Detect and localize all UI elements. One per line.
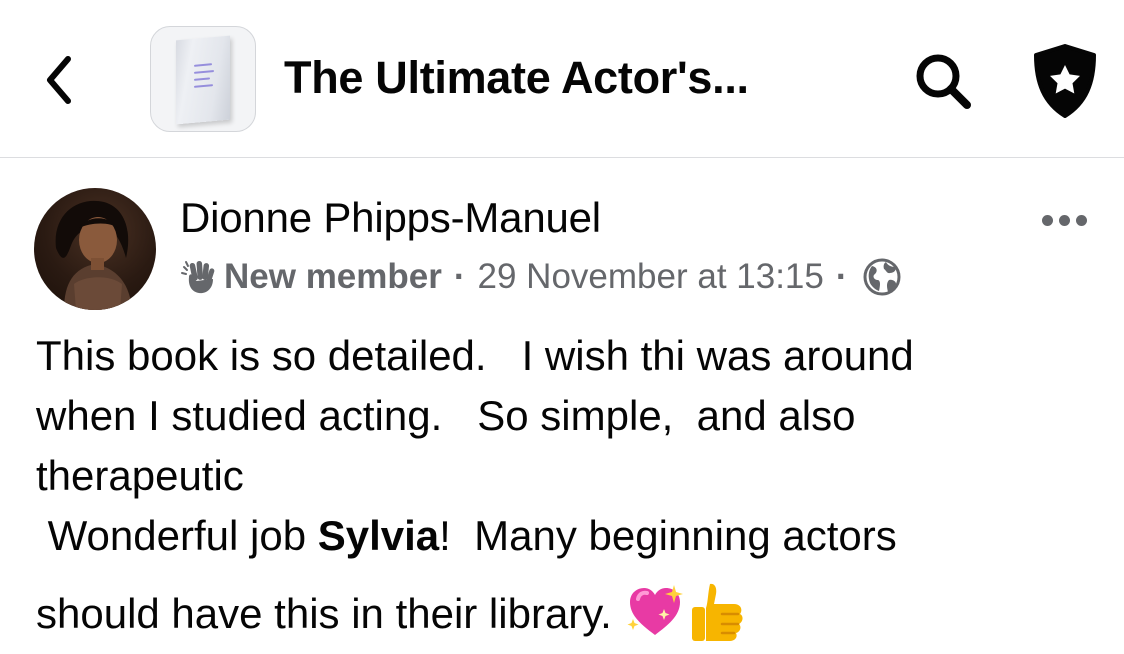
post-timestamp[interactable]: 29 November at 13:15: [478, 257, 824, 297]
avatar-photo: [55, 200, 132, 310]
dot-1: [1041, 214, 1053, 226]
dot-3: [1075, 214, 1087, 226]
group-thumbnail[interactable]: [150, 26, 256, 132]
waving-hand-icon: [180, 259, 220, 295]
dot-2: [1058, 214, 1070, 226]
search-icon: [916, 54, 971, 109]
globe-icon: [862, 257, 902, 297]
member-badge[interactable]: New member: [224, 257, 442, 297]
mention-link[interactable]: Sylvia: [318, 512, 439, 559]
post-text-segment: ! Many beginning actors: [439, 512, 897, 559]
sparkling-heart-icon: [624, 583, 686, 651]
post-text-line: when I studied acting. So simple, and al…: [36, 392, 856, 439]
post-meta: New member · 29 November at 13:15 ·: [180, 254, 902, 300]
post-text-line: Wonderful job Sylvia! Many beginning act…: [36, 512, 897, 560]
post-text-segment: Wonderful job: [36, 512, 318, 559]
separator-dot: ·: [835, 257, 848, 296]
author-avatar[interactable]: [34, 188, 156, 310]
back-button[interactable]: [32, 50, 86, 110]
thumbs-up-icon: [686, 580, 748, 654]
author-name[interactable]: Dionne Phipps-Manuel: [180, 194, 601, 242]
group-header: The Ultimate Actor's...: [0, 0, 1124, 158]
post-text-line: therapeutic: [36, 452, 244, 499]
chevron-left-icon: [47, 56, 71, 104]
post-text-segment: should have this in their library.: [36, 590, 624, 638]
group-title[interactable]: The Ultimate Actor's...: [284, 52, 749, 104]
shield-star-icon: [1034, 44, 1096, 118]
separator-dot: ·: [453, 257, 466, 296]
search-button[interactable]: [908, 46, 978, 116]
post-text-line: This book is so detailed. I wish thi was…: [36, 332, 914, 379]
book-cover-image: [176, 35, 230, 125]
post-text-line: should have this in their library.: [36, 580, 748, 654]
admin-tools-button[interactable]: [1026, 42, 1104, 120]
more-options-button[interactable]: [1032, 200, 1096, 240]
